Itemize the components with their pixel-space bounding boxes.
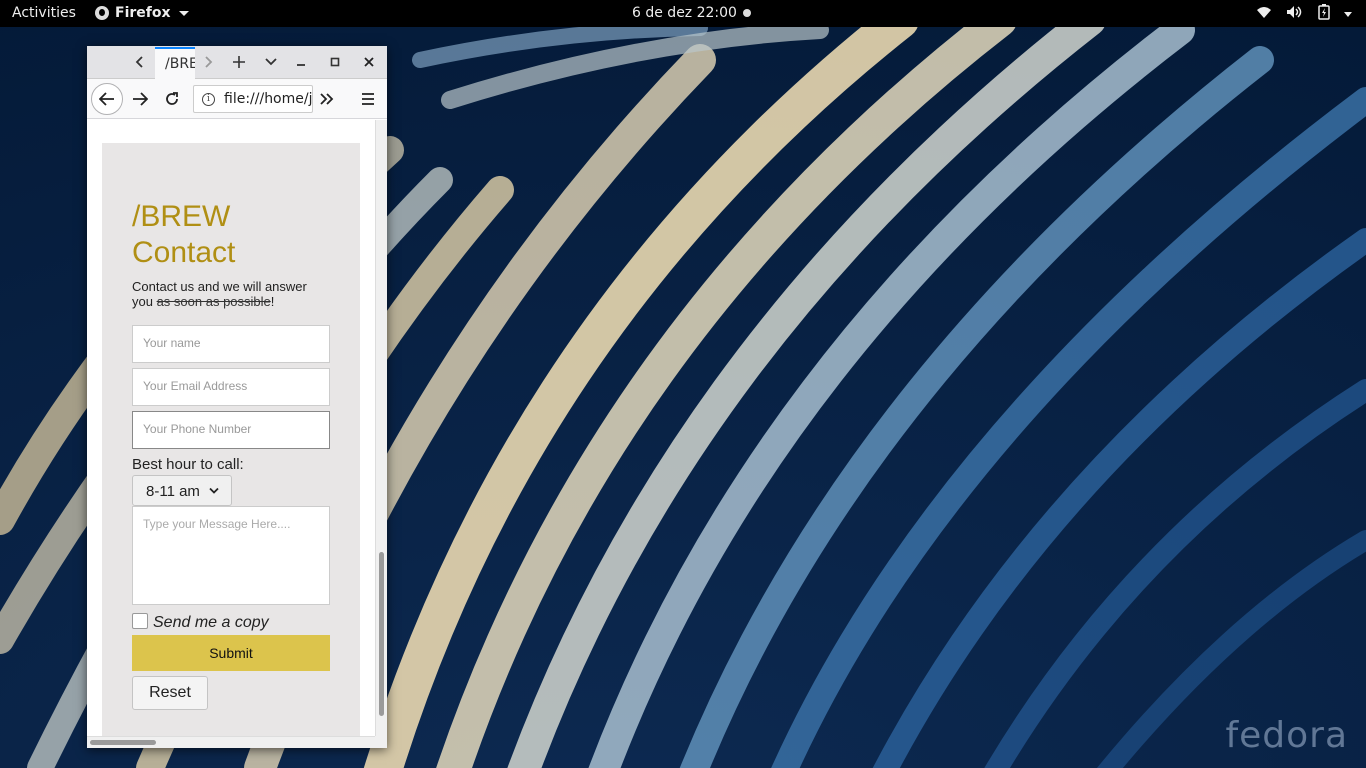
tab-active[interactable]: /BREW xyxy=(155,47,195,79)
intro-text: Contact us and we will answer you as soo… xyxy=(132,279,322,309)
system-status-area[interactable] xyxy=(1256,4,1352,24)
maximize-button[interactable] xyxy=(323,51,347,73)
send-copy-checkbox[interactable] xyxy=(132,613,148,629)
app-menu-label: Firefox xyxy=(115,5,171,21)
forward-button[interactable] xyxy=(128,87,152,111)
name-placeholder: Your name xyxy=(143,336,201,350)
phone-placeholder: Your Phone Number xyxy=(143,422,252,436)
best-hour-label: Best hour to call: xyxy=(132,456,244,473)
battery-icon xyxy=(1318,4,1330,24)
activities-button[interactable]: Activities xyxy=(12,5,76,21)
wifi-icon xyxy=(1256,5,1272,23)
phone-field[interactable]: Your Phone Number xyxy=(132,411,330,449)
hamburger-menu-button[interactable] xyxy=(356,87,380,111)
intro-struck: as soon as possible xyxy=(156,294,271,309)
url-text: file:///home/j xyxy=(224,91,313,107)
tab-strip: /BREW xyxy=(87,46,387,79)
volume-icon xyxy=(1286,5,1304,23)
page-title: /BREW Contact xyxy=(132,199,235,271)
notification-dot-icon xyxy=(742,9,751,17)
horizontal-scrollbar[interactable] xyxy=(87,736,375,748)
clock[interactable]: 6 de dez 22:00 xyxy=(632,5,751,21)
best-hour-select[interactable]: 8-11 am xyxy=(132,475,232,506)
top-bar: Activities Firefox 6 de dez 22:00 xyxy=(0,0,1366,27)
site-info-icon[interactable]: i xyxy=(202,93,215,106)
app-menu[interactable]: Firefox xyxy=(95,5,189,21)
chevron-down-icon xyxy=(209,487,219,494)
submit-button[interactable]: Submit xyxy=(132,635,330,671)
new-tab-button[interactable] xyxy=(227,51,251,73)
best-hour-value: 8-11 am xyxy=(146,483,200,500)
email-placeholder: Your Email Address xyxy=(143,379,248,393)
send-copy-label[interactable]: Send me a copy xyxy=(153,614,269,632)
tab-title: /BREW xyxy=(165,56,195,72)
chevron-down-icon xyxy=(265,58,277,66)
chevron-down-icon xyxy=(178,10,189,16)
fedora-logo: fedora xyxy=(1225,715,1348,756)
firefox-icon xyxy=(95,6,109,20)
title-line-contact: Contact xyxy=(132,236,236,269)
close-icon xyxy=(364,57,374,67)
url-bar[interactable]: i file:///home/j xyxy=(193,85,313,113)
intro-suffix: ! xyxy=(270,294,275,309)
plus-icon xyxy=(233,56,245,68)
chevron-right-icon xyxy=(205,56,213,68)
firefox-window: /BREW i file:///ho xyxy=(87,46,387,748)
title-line-brand: /BREW xyxy=(132,200,231,233)
name-field[interactable]: Your name xyxy=(132,325,330,363)
scrollbar-corner xyxy=(375,736,387,748)
tab-scroll-left-button[interactable] xyxy=(127,51,153,73)
back-arrow-icon xyxy=(99,92,114,106)
forward-arrow-icon xyxy=(133,92,148,106)
send-copy-row: Send me a copy xyxy=(132,612,269,632)
chevron-left-icon xyxy=(135,56,143,68)
back-button[interactable] xyxy=(91,83,123,115)
contact-card: /BREW Contact Contact us and we will ans… xyxy=(102,143,360,736)
minimize-icon xyxy=(297,64,305,66)
vertical-scrollbar-thumb[interactable] xyxy=(379,552,384,716)
hamburger-icon xyxy=(362,93,374,105)
vertical-scrollbar[interactable] xyxy=(375,120,387,736)
tab-scroll-right-button[interactable] xyxy=(197,51,219,73)
reload-icon xyxy=(166,92,178,105)
page-viewport: /BREW Contact Contact us and we will ans… xyxy=(87,120,375,736)
reset-button[interactable]: Reset xyxy=(132,676,208,710)
double-chevron-right-icon xyxy=(320,93,334,105)
clock-label: 6 de dez 22:00 xyxy=(632,5,737,21)
maximize-icon xyxy=(330,57,340,67)
overflow-menu-button[interactable] xyxy=(315,87,339,111)
reload-button[interactable] xyxy=(160,87,184,111)
chevron-down-icon xyxy=(1344,11,1352,17)
message-textarea[interactable]: Type your Message Here.... xyxy=(132,506,330,605)
message-placeholder: Type your Message Here.... xyxy=(143,517,291,531)
horizontal-scrollbar-thumb[interactable] xyxy=(90,740,156,745)
email-field[interactable]: Your Email Address xyxy=(132,368,330,406)
minimize-button[interactable] xyxy=(289,51,313,73)
list-all-tabs-button[interactable] xyxy=(259,51,283,73)
navigation-toolbar: i file:///home/j xyxy=(87,79,387,119)
close-window-button[interactable] xyxy=(357,51,381,73)
